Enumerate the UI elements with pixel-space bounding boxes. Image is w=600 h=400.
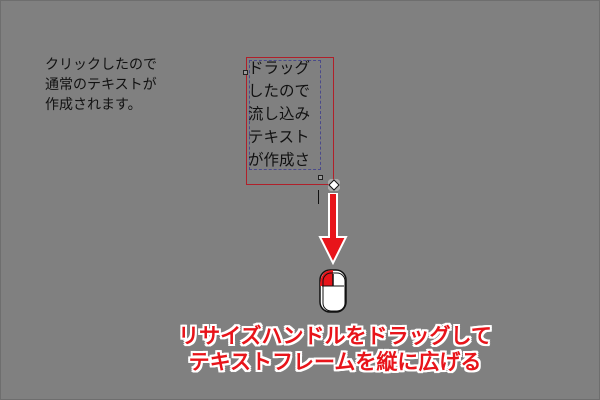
point-text-line: 通常のテキストが: [45, 77, 157, 93]
out-port[interactable]: [318, 175, 323, 180]
area-text-line: ドラッグ: [248, 59, 311, 77]
point-text-line: 作成されます。: [45, 97, 142, 113]
area-text-line: 流し込み: [248, 105, 311, 123]
in-port[interactable]: [243, 70, 248, 75]
down-arrow-icon: [318, 193, 348, 265]
area-text[interactable]: ドラッグ したので 流し込み テキスト が作成さ: [248, 57, 320, 172]
mouse-icon: [319, 269, 347, 313]
caption: リサイズハンドルをドラッグして テキストフレームを縦に広げる: [160, 323, 510, 375]
canvas: クリックしたので 通常のテキストが 作成されます。 ドラッグ したので 流し込み…: [0, 0, 600, 400]
caption-line-1: リサイズハンドルをドラッグして: [178, 324, 492, 348]
point-text[interactable]: クリックしたので 通常のテキストが 作成されます。: [45, 55, 215, 115]
resize-handle-icon[interactable]: [328, 179, 340, 191]
area-text-line: したので: [248, 82, 311, 100]
area-text-line: が作成さ: [248, 151, 311, 169]
caption-line-2: テキストフレームを縦に広げる: [188, 350, 482, 374]
area-text-line: テキスト: [248, 128, 310, 146]
point-text-line: クリックしたので: [45, 57, 157, 73]
